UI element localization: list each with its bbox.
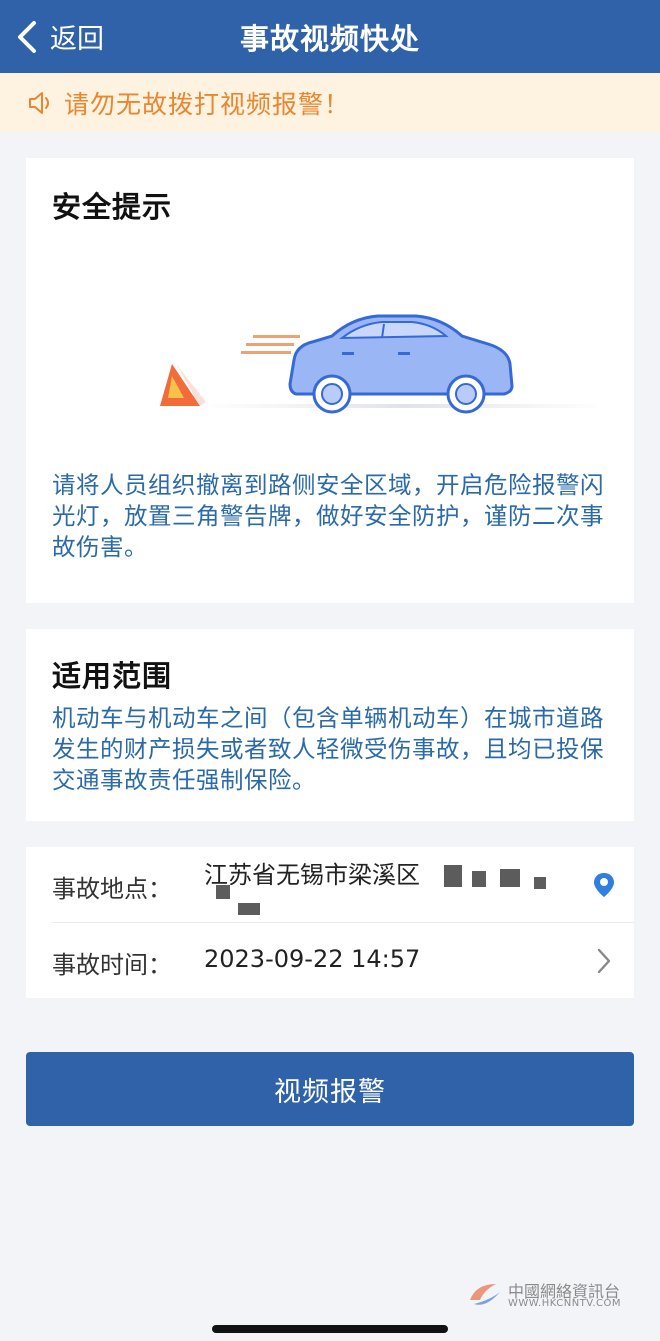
- location-label: 事故地点：: [52, 875, 172, 903]
- back-label: 返回: [50, 24, 104, 55]
- car-warning-triangle-illustration: [160, 314, 596, 414]
- redacted-address-mask: [238, 903, 260, 915]
- time-label: 事故时间：: [52, 951, 172, 979]
- home-indicator[interactable]: [212, 1325, 448, 1333]
- time-row[interactable]: 事故时间： 2023-09-22 14:57: [26, 923, 634, 998]
- top-bar: 返回 事故视频快处: [0, 0, 660, 73]
- location-value: 江苏省无锡市梁溪区: [204, 861, 420, 889]
- scope-card: 适用范围 机动车与机动车之间（包含单辆机动车）在城市道路发生的财产损失或者致人轻…: [26, 629, 634, 821]
- chevron-right-icon: [597, 948, 611, 974]
- page-title: 事故视频快处: [239, 21, 420, 56]
- scope-text: 机动车与机动车之间（包含单辆机动车）在城市道路发生的财产损失或者致人轻微受伤事故…: [52, 704, 604, 794]
- chevron-left-icon: [18, 20, 36, 53]
- back-button[interactable]: 返回: [14, 0, 104, 73]
- safety-tips-title: 安全提示: [52, 190, 173, 224]
- watermark-logo-icon: [470, 1284, 500, 1305]
- video-report-button[interactable]: 视频报警: [26, 1052, 634, 1126]
- watermark-en-text: WWW.HKCNNTV.COM: [508, 1298, 621, 1309]
- time-value: 2023-09-22 14:57: [204, 945, 421, 973]
- accident-info-form: 事故地点： 江苏省无锡市梁溪区 事故时间： 2023-09-22 14:57: [26, 847, 634, 998]
- redacted-address-mask: [500, 869, 520, 887]
- safety-tips-card: 安全提示 请将人员组织撤离到路侧安全区域，开启危险报警闪光灯，放置三角警告牌，做…: [26, 158, 634, 603]
- redacted-address-mask: [472, 871, 486, 887]
- location-row[interactable]: 事故地点： 江苏省无锡市梁溪区: [26, 847, 634, 922]
- speaker-icon: [29, 91, 49, 114]
- scope-title: 适用范围: [52, 659, 173, 693]
- safety-tips-text: 请将人员组织撤离到路侧安全区域，开启危险报警闪光灯，放置三角警告牌，做好安全防护…: [52, 471, 604, 561]
- watermark: 中國網絡資訊台 WWW.HKCNNTV.COM: [466, 1278, 656, 1314]
- redacted-address-mask: [534, 877, 546, 889]
- location-pin-icon[interactable]: [592, 871, 616, 899]
- warning-text: 请勿无故拨打视频报警！: [64, 89, 351, 119]
- redacted-address-mask: [444, 865, 462, 887]
- redacted-address-mask: [216, 885, 230, 899]
- warning-banner: 请勿无故拨打视频报警！: [0, 73, 660, 132]
